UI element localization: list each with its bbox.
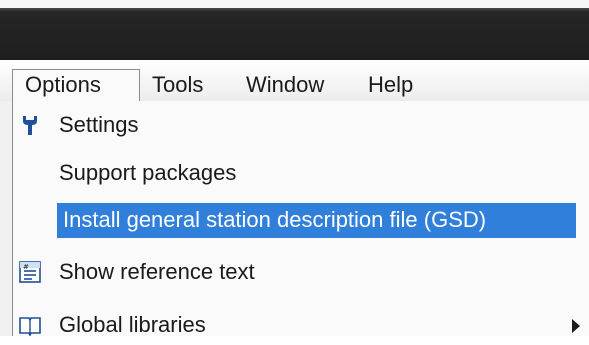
menu-options[interactable]: Options xyxy=(12,69,140,101)
menu-help[interactable]: Help xyxy=(356,69,425,101)
book-icon xyxy=(19,317,41,336)
menu-item-label: Global libraries xyxy=(59,312,206,337)
menu-item-support-packages[interactable]: Support packages xyxy=(13,153,589,193)
reference-text-icon: # xyxy=(19,261,41,283)
menu-item-label: Show reference text xyxy=(59,259,255,284)
menu-item-settings[interactable]: Settings xyxy=(13,105,589,145)
menu-item-label: Settings xyxy=(59,112,139,137)
background-edge xyxy=(0,101,12,336)
window-top-edge xyxy=(0,0,589,8)
wrench-icon xyxy=(23,116,37,135)
svg-text:#: # xyxy=(23,263,29,271)
submenu-arrow-icon xyxy=(572,319,580,333)
menu-item-global-libraries[interactable]: Global libraries xyxy=(13,305,589,345)
menu-tools[interactable]: Tools xyxy=(140,69,215,101)
title-bar xyxy=(0,8,589,60)
options-dropdown: Settings Support packages Install genera… xyxy=(12,101,589,337)
menu-bar: Options Tools Window Help xyxy=(0,60,589,103)
menu-item-install-gsd[interactable]: Install general station description file… xyxy=(13,200,589,240)
menu-item-label: Install general station description file… xyxy=(63,207,487,232)
menu-window[interactable]: Window xyxy=(234,69,336,101)
menu-item-show-reference-text[interactable]: # Show reference text xyxy=(13,252,589,292)
menu-item-label: Support packages xyxy=(59,160,237,185)
